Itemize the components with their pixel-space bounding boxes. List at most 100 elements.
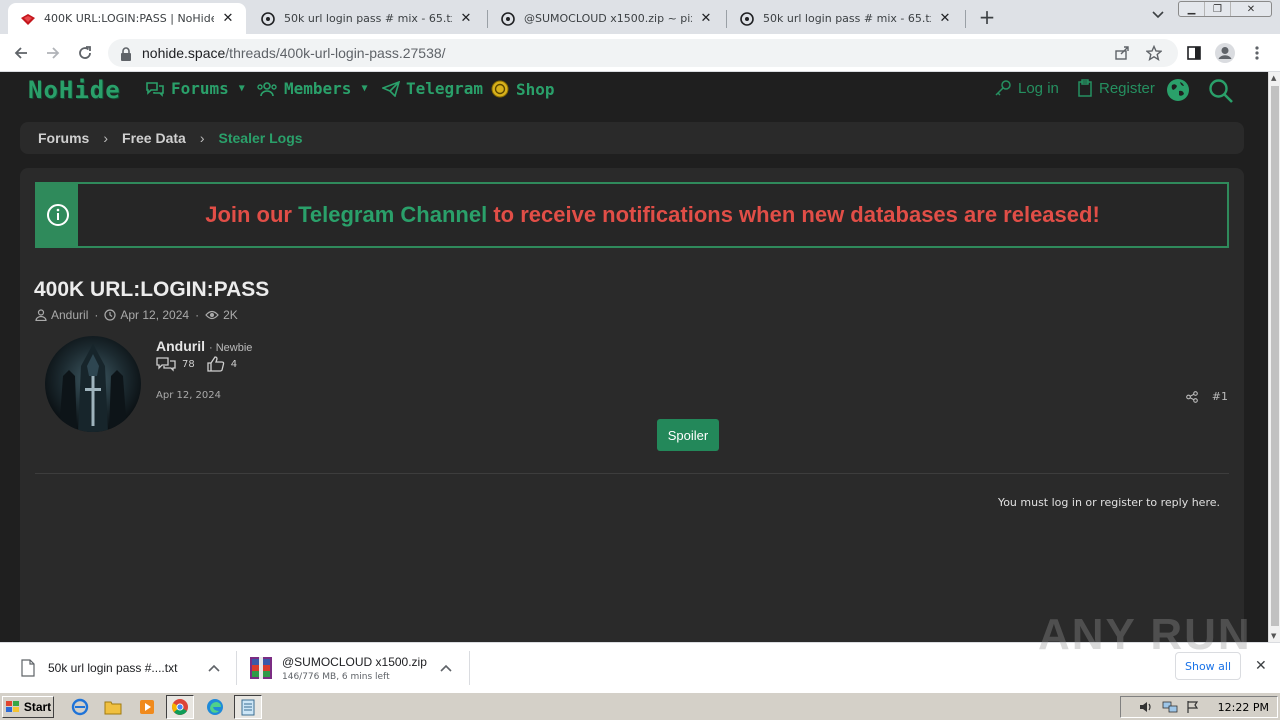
tab-pixeldrain-2[interactable]: @SUMOCLOUD x1500.zip ~ pixeldra ✕: [488, 3, 724, 34]
address-bar[interactable]: nohide.space/threads/400k-url-login-pass…: [108, 39, 1178, 67]
reactions-count: 4: [230, 358, 238, 370]
post-author-name[interactable]: Anduril: [156, 338, 205, 354]
close-tab-icon[interactable]: ✕: [458, 11, 474, 27]
internet-explorer-icon[interactable]: [70, 697, 90, 717]
chrome-taskbar-icon[interactable]: [166, 695, 194, 719]
side-panel-icon[interactable]: [1182, 39, 1206, 67]
system-tray: 12:22 PM: [1120, 696, 1278, 718]
close-window-icon[interactable]: ✕: [1231, 2, 1271, 16]
pixeldrain-favicon-icon: [260, 11, 276, 27]
tab-nohide-thread[interactable]: 400K URL:LOGIN:PASS | NoHide ✕: [8, 3, 246, 34]
pixeldrain-favicon-icon: [500, 11, 516, 27]
close-tab-icon[interactable]: ✕: [698, 11, 714, 27]
page-scrollbar[interactable]: ▲ ▼: [1268, 72, 1280, 642]
share-icon[interactable]: [1110, 39, 1134, 67]
messages-icon: [156, 357, 176, 372]
spoiler-button[interactable]: Spoiler: [657, 419, 719, 451]
nav-login-label: Log in: [1018, 79, 1059, 97]
start-button[interactable]: Start: [2, 696, 54, 718]
download-item-txt[interactable]: 50k url login pass #....txt: [20, 643, 230, 693]
thread-views: 2K: [223, 308, 238, 322]
thread-author[interactable]: Anduril: [51, 308, 88, 322]
globe-icon[interactable]: [1166, 78, 1190, 102]
chevron-up-icon[interactable]: [208, 662, 220, 675]
nav-shop-label: Shop: [516, 79, 555, 99]
chevron-down-icon[interactable]: ▼: [239, 83, 245, 94]
nav-register[interactable]: Register: [1077, 79, 1155, 97]
post-number[interactable]: #1: [1212, 390, 1228, 403]
download-file-name: 50k url login pass #....txt: [48, 661, 178, 675]
kebab-menu-icon[interactable]: [1245, 39, 1269, 67]
breadcrumb-forums[interactable]: Forums: [38, 130, 89, 146]
shop-coin-icon: [491, 80, 509, 98]
search-icon[interactable]: [1208, 78, 1234, 104]
edge-icon[interactable]: [205, 697, 225, 717]
nav-telegram[interactable]: Telegram: [382, 79, 483, 98]
nav-forums[interactable]: Forums ▼: [145, 79, 245, 98]
post-date[interactable]: Apr 12, 2024: [156, 390, 221, 401]
profile-avatar-icon[interactable]: [1213, 39, 1237, 67]
users-icon: [257, 81, 277, 96]
info-icon: [37, 184, 78, 246]
close-tab-icon[interactable]: ✕: [937, 11, 953, 27]
post-actions: #1: [1185, 390, 1228, 403]
volume-icon[interactable]: [1138, 700, 1154, 714]
thread-date[interactable]: Apr 12, 2024: [120, 308, 189, 322]
nav-members[interactable]: Members ▼: [256, 79, 367, 98]
breadcrumb-free-data[interactable]: Free Data: [122, 130, 186, 146]
start-label: Start: [23, 700, 52, 714]
scroll-up-icon[interactable]: ▲: [1271, 74, 1276, 82]
browser-toolbar: nohide.space/threads/400k-url-login-pass…: [0, 34, 1280, 72]
lock-icon[interactable]: [120, 46, 134, 61]
forward-arrow-icon[interactable]: [42, 42, 64, 64]
breadcrumb: Forums › Free Data › Stealer Logs: [20, 122, 1244, 154]
nav-login[interactable]: Log in: [994, 79, 1059, 97]
tray-clock[interactable]: 12:22 PM: [1218, 701, 1269, 714]
pixeldrain-favicon-icon: [739, 11, 755, 27]
bookmark-star-icon[interactable]: [1142, 39, 1166, 67]
windows-taskbar: Start 12:22 PM: [0, 692, 1280, 720]
close-tab-icon[interactable]: ✕: [220, 11, 236, 27]
chevron-right-icon: ›: [103, 130, 109, 146]
action-center-flag-icon[interactable]: [1186, 700, 1200, 714]
scrollbar-thumb[interactable]: [1271, 86, 1279, 626]
show-all-downloads-button[interactable]: Show all: [1175, 652, 1241, 680]
download-item-zip[interactable]: @SUMOCLOUD x1500.zip 146/776 MB, 6 mins …: [248, 643, 463, 693]
window-controls: ▁ ❐ ✕: [1178, 1, 1272, 17]
download-separator: [236, 651, 237, 685]
nav-forums-label: Forums: [171, 79, 229, 98]
chevron-up-icon[interactable]: [440, 662, 452, 675]
tab-pixeldrain-3[interactable]: 50k url login pass # mix - 65.txt ~ pi ✕: [727, 3, 963, 34]
nav-shop[interactable]: Shop: [490, 79, 555, 99]
telegram-notice-banner: Join our Telegram Channel to receive not…: [35, 182, 1229, 248]
close-download-shelf-icon[interactable]: ✕: [1255, 658, 1267, 674]
breadcrumb-stealer-logs[interactable]: Stealer Logs: [219, 130, 303, 146]
scroll-down-icon[interactable]: ▼: [1271, 632, 1276, 640]
tab-search-chevron-icon[interactable]: [1152, 8, 1164, 22]
tab-pixeldrain-1[interactable]: 50k url login pass # mix - 65.txt ~ pi ✕: [248, 3, 484, 34]
reload-icon[interactable]: [74, 42, 96, 64]
chevron-down-icon[interactable]: ▼: [361, 83, 367, 94]
network-icon[interactable]: [1162, 700, 1178, 714]
restore-icon[interactable]: ❐: [1205, 2, 1231, 16]
share-icon[interactable]: [1185, 390, 1198, 403]
tab-separator: [965, 10, 966, 28]
media-player-icon[interactable]: [137, 697, 157, 717]
chevron-right-icon: ›: [199, 130, 205, 146]
back-arrow-icon[interactable]: [10, 42, 32, 64]
new-tab-button[interactable]: +: [976, 5, 998, 29]
download-progress-text: 146/776 MB, 6 mins left: [282, 671, 390, 682]
post-author-stats: 78 4: [156, 356, 237, 372]
telegram-channel-link[interactable]: Telegram Channel: [298, 202, 487, 228]
tab-title: @SUMOCLOUD x1500.zip ~ pixeldra: [524, 12, 692, 25]
notice-text-before: Join our: [205, 202, 292, 227]
minimize-icon[interactable]: ▁: [1179, 2, 1205, 16]
url-text: nohide.space/threads/400k-url-login-pass…: [142, 45, 446, 61]
thread-title: 400K URL:LOGIN:PASS: [34, 278, 270, 301]
file-explorer-icon[interactable]: [103, 697, 123, 717]
site-logo[interactable]: NoHide: [28, 76, 121, 104]
text-file-icon: [21, 659, 35, 677]
avatar[interactable]: [45, 336, 141, 432]
notepad-icon[interactable]: [234, 695, 262, 719]
browser-tab-strip: 400K URL:LOGIN:PASS | NoHide ✕ 50k url l…: [0, 0, 1280, 34]
